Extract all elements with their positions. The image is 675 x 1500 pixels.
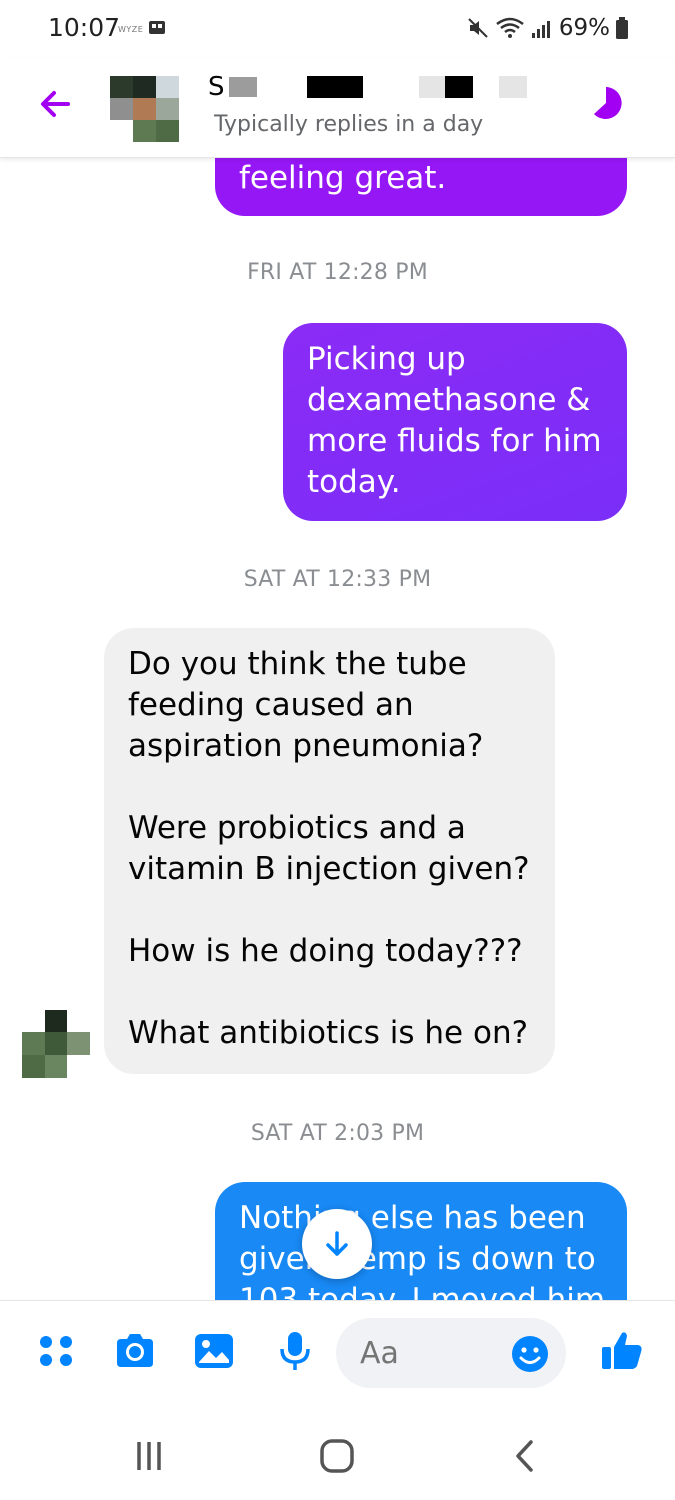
like-icon[interactable] xyxy=(598,1327,646,1375)
message-line: aspiration pneumonia? xyxy=(128,728,484,764)
contact-avatar[interactable] xyxy=(110,76,180,142)
message-line: Picking up xyxy=(307,341,466,377)
microphone-icon[interactable] xyxy=(273,1329,317,1373)
status-bar: 10:07 WYZE 69% xyxy=(0,0,675,58)
signal-icon xyxy=(531,21,550,38)
contact-name-initial: S xyxy=(208,72,225,102)
mute-icon xyxy=(468,18,488,38)
back-arrow-icon[interactable] xyxy=(34,82,78,126)
message-line: feeling great. xyxy=(239,160,447,196)
redaction-block xyxy=(498,76,527,98)
home-icon[interactable] xyxy=(317,1436,357,1476)
message-line: more fluids for him xyxy=(307,423,602,459)
sender-avatar[interactable] xyxy=(22,1010,90,1078)
status-time: 10:07 xyxy=(48,13,121,42)
timestamp: FRI AT 12:28 PM xyxy=(247,260,428,285)
info-icon[interactable] xyxy=(587,84,625,122)
gallery-icon[interactable] xyxy=(192,1329,236,1373)
android-nav-bar xyxy=(0,1410,675,1500)
contact-name: S xyxy=(208,72,527,102)
message-line: How is he doing today??? xyxy=(128,933,523,969)
redaction-block xyxy=(228,77,257,97)
emoji-icon[interactable] xyxy=(510,1334,550,1374)
redaction-block xyxy=(444,76,473,98)
message-bubble-outgoing[interactable]: feeling great. xyxy=(215,158,627,216)
message-line: Were probiotics and a xyxy=(128,810,466,846)
message-line: feeding caused an xyxy=(128,687,414,723)
message-line: today. xyxy=(307,464,401,500)
recent-apps-icon[interactable] xyxy=(129,1436,169,1476)
wifi-icon xyxy=(496,17,524,38)
redaction-block xyxy=(418,76,445,98)
chat-header: S Typically replies in a day xyxy=(0,58,675,158)
message-line: 103 today. I moved him xyxy=(239,1282,606,1300)
battery-percent: 69% xyxy=(558,15,610,41)
message-bubble-outgoing[interactable]: Picking up dexamethasone & more fluids f… xyxy=(283,323,627,521)
notification-icon xyxy=(149,21,165,34)
active-status: Typically replies in a day xyxy=(214,112,484,137)
timestamp: SAT AT 2:03 PM xyxy=(250,1121,425,1146)
status-indicators: 69% xyxy=(466,13,629,43)
message-line: vitamin B injection given? xyxy=(128,851,530,887)
message-line: dexamethasone & xyxy=(307,382,591,418)
wyze-notification-label: WYZE xyxy=(118,25,144,34)
message-line: given. Temp is down to xyxy=(239,1241,596,1277)
message-bubble-outgoing[interactable]: Nothing else has been given. Temp is dow… xyxy=(215,1182,627,1300)
message-list[interactable]: feeling great. FRI AT 12:28 PM Picking u… xyxy=(0,158,675,1300)
message-line: What antibiotics is he on? xyxy=(128,1015,529,1051)
timestamp: SAT AT 12:33 PM xyxy=(243,567,432,592)
camera-icon[interactable] xyxy=(113,1329,157,1373)
scroll-down-button[interactable] xyxy=(302,1209,372,1279)
message-line: Nothing else has been xyxy=(239,1200,586,1236)
messenger-screen: 10:07 WYZE 69% S Typically replies in a … xyxy=(0,0,675,1500)
back-nav-icon[interactable] xyxy=(506,1436,546,1476)
message-line: Do you think the tube xyxy=(128,646,467,682)
scroll-down-icon xyxy=(326,1231,348,1256)
battery-icon xyxy=(616,17,628,39)
message-bubble-incoming[interactable]: Do you think the tube feeding caused an … xyxy=(104,628,555,1074)
composer-bar xyxy=(0,1300,675,1410)
apps-icon[interactable] xyxy=(34,1329,78,1373)
redaction-block xyxy=(306,76,363,98)
